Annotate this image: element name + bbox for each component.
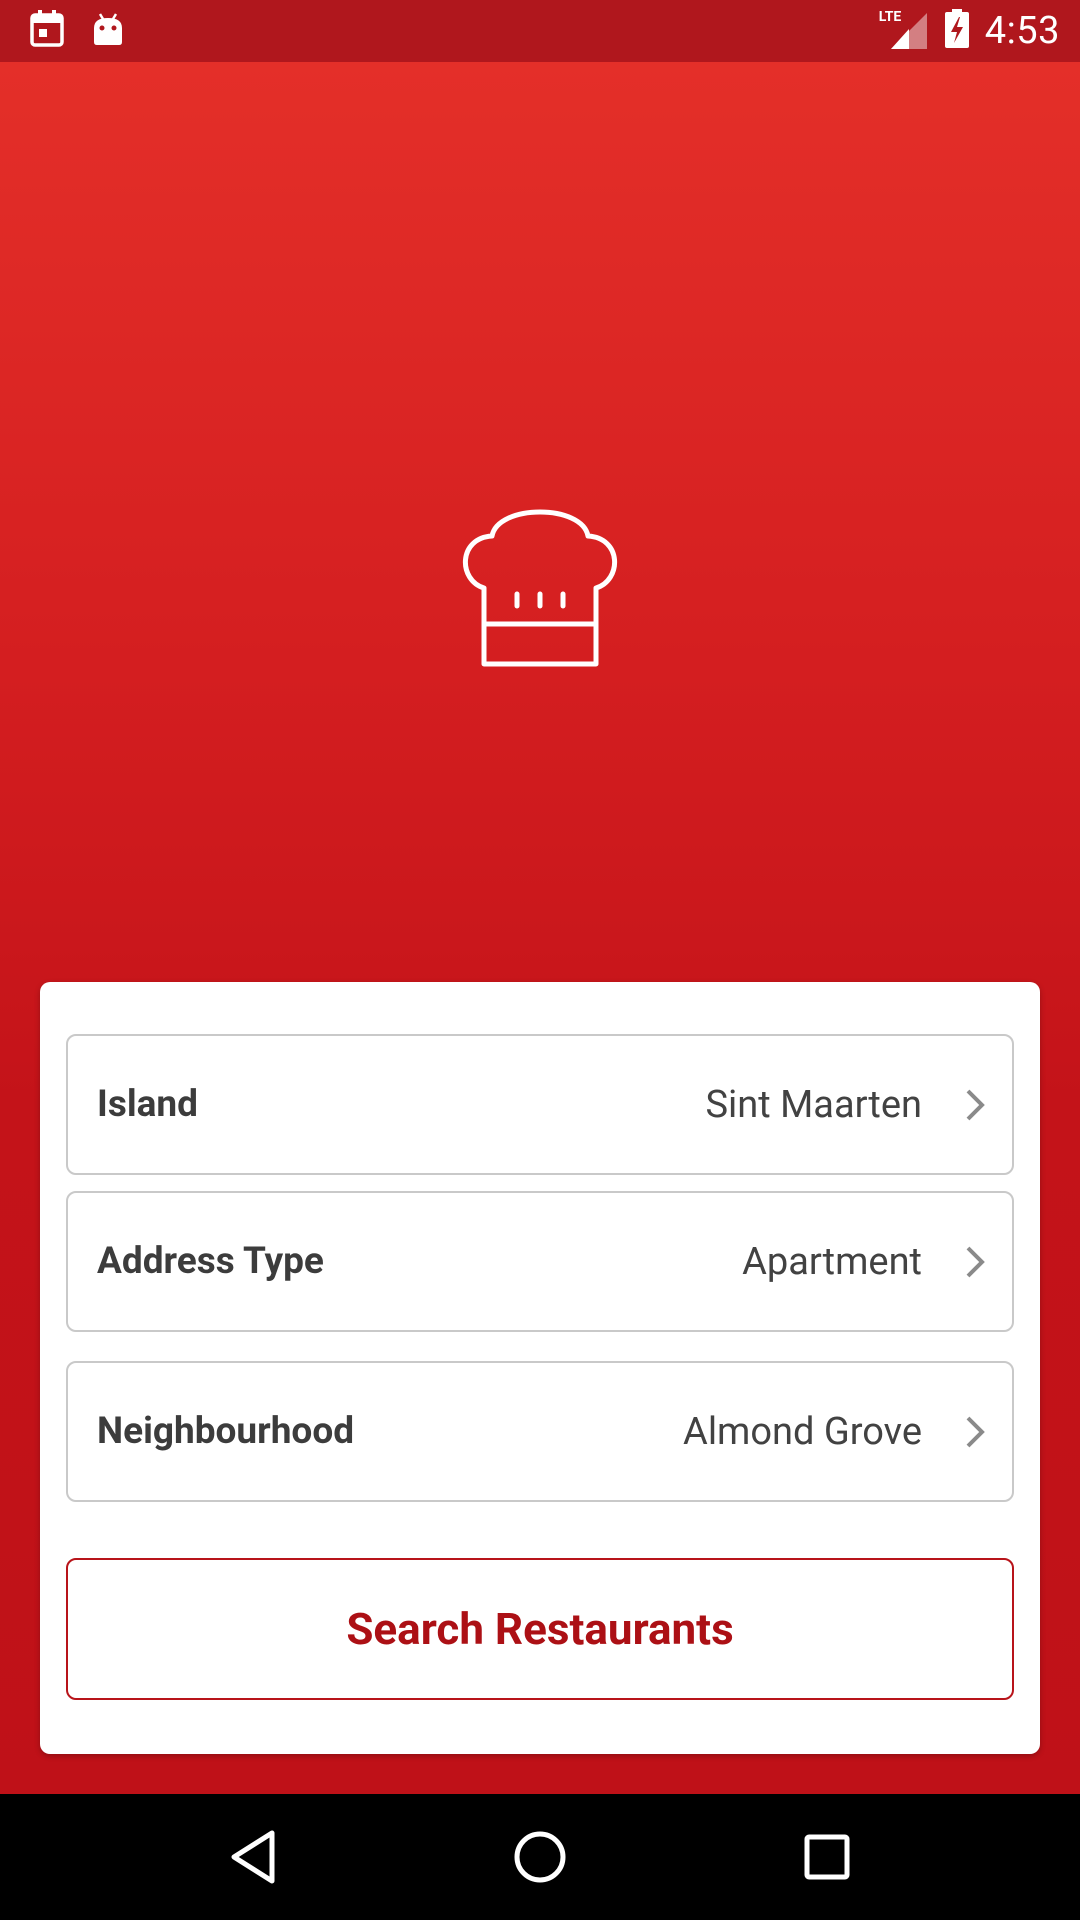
- home-icon: [514, 1831, 566, 1883]
- status-notifications: [30, 10, 124, 52]
- neighbourhood-value: Almond Grove: [683, 1409, 922, 1454]
- neighbourhood-selector[interactable]: Neighbourhood Almond Grove: [66, 1361, 1014, 1502]
- home-button[interactable]: [500, 1817, 580, 1897]
- back-button[interactable]: [213, 1817, 293, 1897]
- island-selector[interactable]: Island Sint Maarten: [66, 1034, 1014, 1175]
- navigation-bar: [0, 1794, 1080, 1920]
- recents-button[interactable]: [787, 1817, 867, 1897]
- chevron-right-icon: [966, 1416, 985, 1447]
- status-system: LTE 4:53: [879, 9, 1060, 53]
- signal-icon: LTE: [879, 9, 929, 51]
- address-type-label: Address Type: [97, 1240, 324, 1283]
- status-bar: LTE 4:53: [0, 0, 1080, 62]
- island-value: Sint Maarten: [705, 1082, 922, 1127]
- android-icon: [92, 12, 124, 50]
- battery-charging-icon: [943, 9, 971, 53]
- chevron-right-icon: [966, 1089, 985, 1120]
- island-label: Island: [97, 1083, 198, 1126]
- chevron-right-icon: [966, 1246, 985, 1277]
- chef-hat-icon: [462, 509, 618, 667]
- address-type-value: Apartment: [742, 1239, 922, 1284]
- neighbourhood-label: Neighbourhood: [97, 1410, 355, 1453]
- search-restaurants-button[interactable]: Search Restaurants: [66, 1558, 1014, 1700]
- back-icon: [231, 1830, 275, 1884]
- location-card: Island Sint Maarten Address Type Apartme…: [40, 982, 1040, 1754]
- recents-icon: [804, 1834, 850, 1880]
- address-type-selector[interactable]: Address Type Apartment: [66, 1191, 1014, 1332]
- status-time: 4:53: [984, 9, 1060, 53]
- calendar-icon: [30, 10, 64, 52]
